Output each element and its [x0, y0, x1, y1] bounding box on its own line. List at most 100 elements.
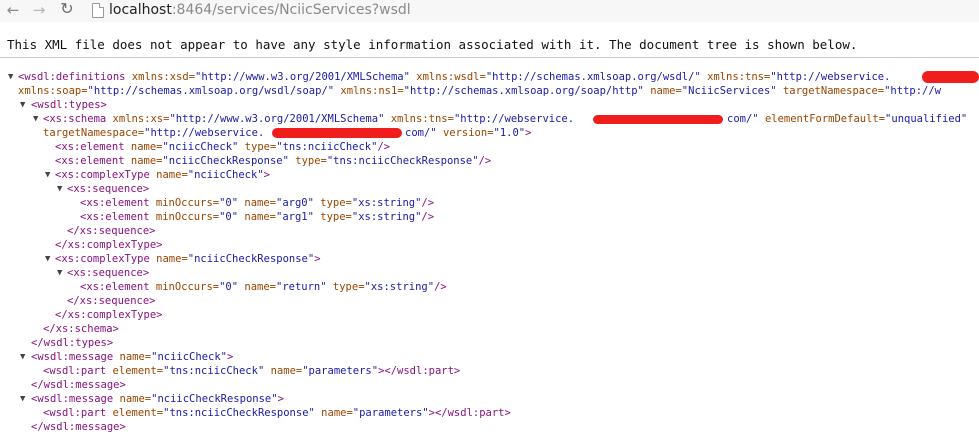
forward-arrow-icon[interactable]: → [30, 1, 48, 19]
expanded-triangle-icon[interactable]: ▼ [20, 98, 25, 112]
xml-line: </wsdl:message> [0, 420, 979, 434]
xml-attr-value: "nciicCheckResponse" [162, 155, 289, 167]
xml-tag: > [277, 393, 284, 405]
xml-attr-name: version= [442, 127, 494, 139]
reload-icon[interactable]: ↻ [58, 0, 76, 18]
xml-attr-value: "tns:nciicCheck" [163, 365, 265, 377]
xml-attr-name: name= [130, 155, 163, 167]
xml-tag: <wsdl:definitions [18, 71, 126, 83]
xml-tag: /> [377, 141, 391, 153]
xml-line: <xs:element minOccurs="0" name="arg0" ty… [0, 196, 979, 210]
xml-attr-value: com/" [727, 113, 759, 125]
xml-tag: <wsdl:part [43, 365, 107, 377]
expanded-triangle-icon[interactable]: ▼ [8, 70, 13, 84]
expanded-triangle-icon[interactable]: ▼ [20, 392, 25, 406]
xml-line: ▼ <xs:complexType name="nciicCheck"> [0, 168, 979, 182]
xml-tag: <xs:element [80, 211, 150, 223]
xml-tag: </xs:sequence> [67, 295, 156, 307]
xml-tree: ▼ <wsdl:definitions xmlns:xsd="http://ww… [0, 70, 979, 434]
xml-tag: > [314, 253, 321, 265]
xml-attr-name: xmlns:xs= [112, 113, 170, 125]
xml-attr-value: "nciicCheckResponse" [151, 393, 278, 405]
xml-line: <xs:element name="nciicCheck" type="tns:… [0, 140, 979, 154]
xml-line: ▼ <xs:sequence> [0, 182, 979, 196]
xml-line: </wsdl:message> [0, 378, 979, 392]
xml-line: ▼ <wsdl:message name="nciicCheckResponse… [0, 392, 979, 406]
xml-tag: <wsdl:message [31, 351, 114, 363]
xml-attr-value: "http://schemas.xmlsoap.org/soap/http" [403, 85, 644, 97]
browser-toolbar: ← → ↻ localhost:8464/services/NciicServi… [0, 0, 979, 22]
xml-attr-name: minOccurs= [155, 197, 220, 209]
xml-line: ▼ <wsdl:types> [0, 98, 979, 112]
xml-attr-name: element= [112, 407, 164, 419]
xml-attr-name: name= [130, 141, 163, 153]
xml-tag: <xs:element [55, 155, 125, 167]
xml-attr-value: "xs:string" [351, 197, 422, 209]
expanded-triangle-icon[interactable]: ▼ [57, 266, 62, 280]
xml-line: </wsdl:types> [0, 336, 979, 350]
xml-tag: <xs:complexType [55, 253, 150, 265]
xml-attr-name: minOccurs= [155, 211, 220, 223]
xml-attr-value: "http://schemas.xmlsoap.org/wsdl/" [485, 71, 701, 83]
xml-tag: /> [421, 197, 435, 209]
xml-attr-value: "http://www.w3.org/2001/XMLSchema" [169, 113, 385, 125]
xml-line: xmlns:soap="http://schemas.xmlsoap.org/w… [0, 84, 979, 98]
xml-attr-value: "tns:nciicCheckResponse" [326, 155, 479, 167]
xml-attr-value: "http://w [884, 85, 942, 97]
xml-attr-value: "0" [219, 211, 239, 223]
xml-line: targetNamespace="http://webservice. com/… [0, 126, 979, 140]
expanded-triangle-icon[interactable]: ▼ [20, 350, 25, 364]
xml-tag: > [525, 127, 532, 139]
xml-attr-name: name= [156, 253, 188, 265]
redaction-mark [593, 115, 723, 124]
xml-attr-name: name= [244, 211, 276, 223]
xml-style-notice: This XML file does not appear to have an… [7, 37, 858, 52]
xml-attr-value: "nciicCheck" [187, 169, 264, 181]
xml-attr-value: "parameters" [352, 407, 429, 419]
xml-line: ▼ <wsdl:definitions xmlns:xsd="http://ww… [0, 70, 979, 84]
back-arrow-icon[interactable]: ← [4, 1, 22, 19]
xml-tag: </xs:complexType> [55, 309, 163, 321]
xml-tag: <xs:sequence> [67, 267, 150, 279]
xml-attr-value: "arg1" [276, 211, 314, 223]
redaction-mark [922, 71, 979, 83]
xml-tag: > [263, 169, 270, 181]
xml-line: </xs:complexType> [0, 308, 979, 322]
xml-attr-name: type= [320, 211, 352, 223]
xml-line: <wsdl:part element="tns:nciicCheckRespon… [0, 406, 979, 420]
xml-attr-value: "tns:nciicCheck" [276, 141, 378, 153]
expanded-triangle-icon[interactable]: ▼ [33, 112, 38, 126]
xml-attr-name: type= [244, 141, 277, 153]
xml-tag: </wsdl:types> [31, 337, 114, 349]
xml-attr-name: name= [650, 85, 682, 97]
xml-attr-value: "http://webservice. [144, 127, 265, 139]
xml-line: </xs:complexType> [0, 238, 979, 252]
xml-attr-name: elementFormDefault= [764, 113, 886, 125]
xml-tag: ></wsdl:part> [378, 365, 461, 377]
xml-tag: > [226, 351, 234, 363]
xml-tag: </xs:complexType> [55, 239, 163, 251]
expanded-triangle-icon[interactable]: ▼ [45, 252, 50, 266]
url-path: :8464/services/NciicServices?wsdl [171, 2, 411, 18]
xml-attr-name: xmlns:soap= [18, 85, 88, 97]
address-bar[interactable]: localhost:8464/services/NciicServices?ws… [109, 0, 411, 22]
redaction-mark [272, 128, 402, 138]
xml-attr-value: "1.0" [493, 127, 526, 139]
xml-attr-name: targetNamespace= [782, 85, 885, 97]
xml-attr-name: name= [270, 365, 303, 377]
xml-tag: <xs:schema [43, 113, 107, 125]
expanded-triangle-icon[interactable]: ▼ [57, 182, 62, 196]
xml-attr-value: "xs:string" [351, 211, 422, 223]
xml-tag: </wsdl:message> [31, 421, 126, 433]
xml-attr-name: name= [119, 351, 152, 363]
expanded-triangle-icon[interactable]: ▼ [45, 168, 50, 182]
xml-attr-value: "http://webservice. [770, 71, 891, 83]
xml-attr-name: name= [321, 407, 353, 419]
xml-attr-name: xmlns:wsdl= [416, 71, 486, 83]
xml-line: </xs:schema> [0, 322, 979, 336]
xml-tag: /> [434, 281, 447, 293]
xml-line: <wsdl:part element="tns:nciicCheck" name… [0, 364, 979, 378]
xml-tag: <wsdl:part [43, 407, 107, 419]
xml-line: <xs:element minOccurs="0" name="return" … [0, 280, 979, 294]
xml-attr-value: "nciicCheck" [151, 351, 227, 363]
